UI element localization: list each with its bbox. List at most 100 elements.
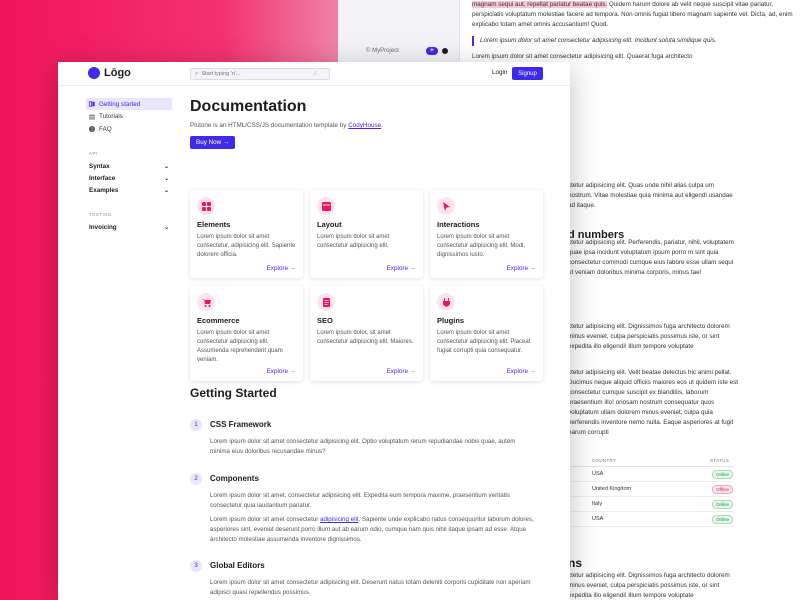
card-description: Lorem ipsum dolor sit amet consectetur a… [197,330,283,363]
highlighted-text: magnam sequi aut, repellat pariatur beat… [472,1,608,8]
sidebar-nav: Getting started Tutorials ? FAQ API Synt… [58,86,178,600]
step-text-part: Lorem ipsum dolor sit amet consectetur [210,516,321,523]
moon-icon[interactable] [442,48,448,54]
sidebar-group-examples[interactable]: Examples ⌄ [86,184,169,196]
step-text-2: Lorem ipsum dolor sit amet consectetur a… [210,515,535,545]
explore-link[interactable]: Explore → [267,265,296,272]
step-title: Global Editors [210,561,265,570]
table-cell-country: USA [592,516,604,522]
card-description: Lorem ipsum dolor sit amet consectetur a… [437,330,531,354]
sidebar-item-label: Getting started [99,100,141,108]
copyright-text: © MyProject [366,48,399,54]
buy-now-button[interactable]: Buy Now → [190,136,236,149]
background-text-block-2: ctetur adipisicing elit. Perferendis, pa… [568,239,734,276]
cart-icon [197,293,215,311]
codyhouse-link[interactable]: CodyHouse [348,122,381,129]
card-title: Elements [197,220,231,229]
card-title: Ecommerce [197,316,240,325]
sidebar-category-api: API [89,151,98,156]
step-text: Lorem ipsum dolor sit amet, consectetur … [210,492,510,509]
subtitle-text: Plutone is an HTML/CSS/JS documentation … [190,122,349,129]
search-box[interactable]: ⌕ / [190,68,330,80]
subtitle-suffix: . [381,122,383,129]
signup-button[interactable]: Signup [512,67,543,80]
main-content: Documentation Plutone is an HTML/CSS/JS … [190,86,550,596]
background-paragraph-2: Lorem ipsum dolor sit amet consectetur a… [472,53,693,60]
card-ecommerce[interactable]: Ecommerce Lorem ipsum dolor sit amet con… [190,286,303,381]
background-paragraph: magnam sequi aut, repellat pariatur beat… [472,0,794,30]
explore-link[interactable]: Explore → [387,368,416,375]
background-status-table: COUNTRY STATUS USA Online United Kingdom… [568,458,733,527]
table-row: USA Online [568,512,733,527]
step-number-badge: 3 [190,560,202,572]
docs-window: Lōgo ⌕ / Login Signup Getting started Tu… [58,62,570,600]
explore-link[interactable]: Explore → [387,265,416,272]
table-cell-country: Italy [592,501,603,507]
step-number-badge: 1 [190,419,202,431]
background-sidebar-footer: © MyProject ☀ [338,40,460,62]
chevron-down-icon: ⌄ [163,224,169,231]
sidebar-item-faq[interactable]: ? FAQ [86,123,172,135]
table-cell-country: United Kingdom [592,486,632,492]
page-subtitle: Plutone is an HTML/CSS/JS documentation … [190,122,550,129]
table-header: COUNTRY STATUS [568,458,733,467]
chevron-down-icon: ⌄ [163,187,169,194]
card-interactions[interactable]: Interactions Lorem ipsum dolor sit amet … [430,190,543,278]
logo[interactable]: Lōgo [88,67,131,79]
background-article: magnam sequi aut, repellat pariatur beat… [472,0,794,66]
card-plugins[interactable]: Plugins Lorem ipsum dolor sit amet conse… [430,286,543,381]
document-icon [317,293,335,311]
search-input[interactable] [201,71,312,77]
logo-text: Lōgo [104,67,131,79]
sidebar-group-invoicing[interactable]: Invoicing ⌄ [86,221,169,233]
background-text-block-5: ctetur adipisicing elit. Dignissimos fug… [568,572,730,599]
question-icon: ? [89,126,95,132]
blockquote: Lorem ipsum dolor sit amet consectetur a… [472,36,794,46]
plug-icon [437,293,455,311]
logo-circle-icon [88,67,100,79]
sun-icon[interactable]: ☀ [426,47,438,55]
list-icon [89,114,95,119]
table-cell-country: USA [592,471,604,477]
card-title: SEO [317,316,333,325]
sidebar-group-syntax[interactable]: Syntax ⌄ [86,160,169,172]
search-icon: ⌕ [195,70,199,77]
sidebar-item-tutorials[interactable]: Tutorials [86,111,172,123]
table-row: United Kingdom Offline [568,482,733,497]
feature-cards-grid: Elements Lorem ipsum dolor sit amet cons… [190,190,544,381]
background-heading-2: ns [568,556,583,570]
status-badge: Online [711,499,733,509]
top-navbar: Lōgo ⌕ / Login Signup [58,62,570,86]
card-description: Lorem ipsum dolor sit amet consectetur a… [317,234,390,249]
chevron-down-icon: ⌄ [163,175,169,182]
explore-link[interactable]: Explore → [507,265,536,272]
sidebar-group-interface[interactable]: Interface ⌄ [86,172,169,184]
card-elements[interactable]: Elements Lorem ipsum dolor sit amet cons… [190,190,303,278]
explore-link[interactable]: Explore → [267,368,296,375]
card-seo[interactable]: SEO Lorem ipsum dolor, sit amet consecte… [310,286,423,381]
sidebar-group-label: Invoicing [89,223,117,231]
table-row: Italy Online [568,497,733,512]
adipisicing-link[interactable]: adipisicing elit [320,516,359,523]
chevron-down-icon: ⌄ [163,163,169,170]
card-description: Lorem ipsum dolor sit amet consectetur a… [437,234,526,258]
sidebar-item-label: FAQ [99,125,112,133]
cursor-icon [437,197,455,215]
step-text: Lorem ipsum dolor sit amet consectetur a… [210,438,516,455]
step-text: Lorem ipsum dolor sit amet consectetur a… [210,579,531,596]
step-title: CSS Framework [210,420,272,429]
background-text-block-1: ctetur adipisicing elit. Quas unde nihil… [568,182,733,209]
card-description: Lorem ipsum dolor, sit amet consectetur … [317,330,414,345]
theme-toggle[interactable]: ☀ [426,47,448,55]
sidebar-category-testing: TESTING [89,212,113,217]
search-shortcut-key: / [314,71,316,77]
layout-icon [317,197,335,215]
sidebar-item-label: Tutorials [99,113,123,120]
explore-link[interactable]: Explore → [507,368,536,375]
card-title: Plugins [437,316,465,325]
table-header-status: STATUS [710,458,729,463]
login-link[interactable]: Login [492,69,507,76]
card-layout[interactable]: Layout Lorem ipsum dolor sit amet consec… [310,190,423,278]
sidebar-item-getting-started[interactable]: Getting started [86,98,172,110]
status-badge: Offline [712,484,733,494]
